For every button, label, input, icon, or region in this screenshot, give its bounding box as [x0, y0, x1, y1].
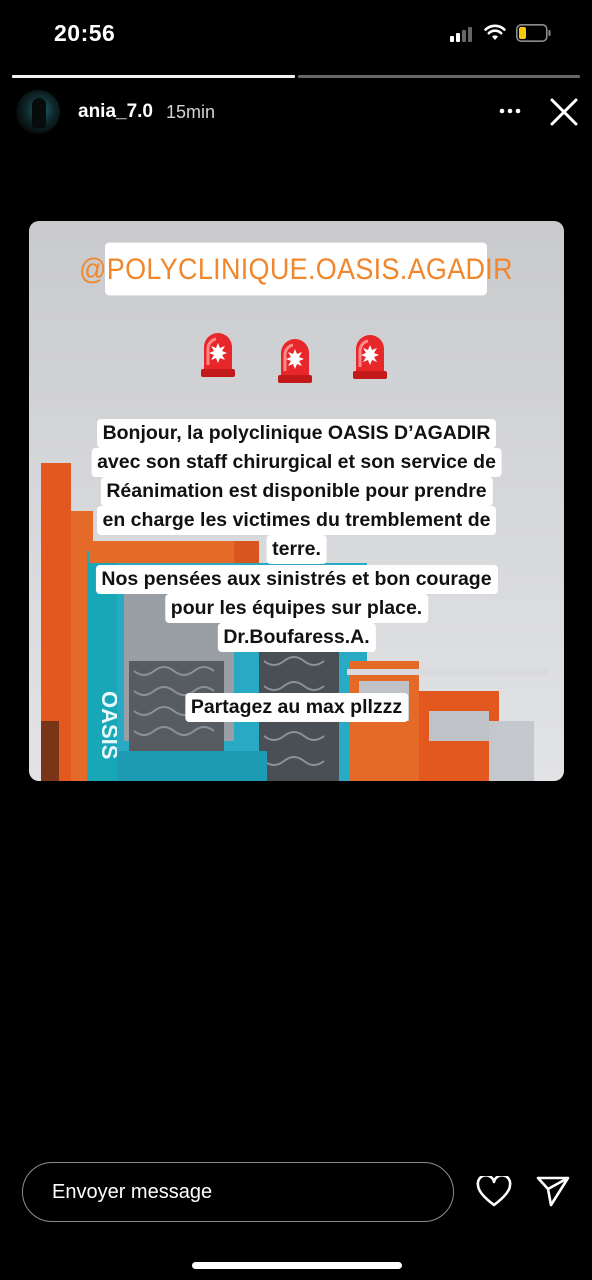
story-text-line: pour les équipes sur place. — [164, 594, 429, 623]
siren-icon — [353, 335, 387, 379]
battery-icon — [516, 24, 551, 42]
story-text-line: Réanimation est disponible pour prendre — [100, 477, 493, 506]
signal-icon — [450, 26, 476, 42]
avatar[interactable] — [16, 90, 60, 134]
status-time: 20:56 — [54, 20, 116, 46]
story-text-line: avec son staff chirurgical et son servic… — [91, 448, 502, 477]
story-text-line: Bonjour, la polyclinique OASIS D’AGADIR — [96, 419, 497, 448]
heart-icon[interactable] — [476, 1176, 512, 1208]
progress-segment — [12, 75, 295, 78]
story-card[interactable]: OASIS @POLYCLINIQUE.OASIS.AGADIR Bonjour… — [29, 221, 564, 781]
home-indicator — [192, 1262, 402, 1269]
story-progress-bar — [12, 75, 580, 78]
siren-icon — [278, 339, 312, 383]
story-text-line: Nos pensées aux sinistrés et bon courage — [95, 565, 498, 594]
story-text-line: terre. — [266, 535, 327, 564]
siren-icon — [201, 333, 235, 377]
story-text-line: Dr.Boufaress.A. — [217, 623, 376, 652]
status-bar: 20:56 — [0, 0, 592, 66]
reply-bar: Envoyer message — [0, 1160, 592, 1224]
mention-sticker[interactable]: @POLYCLINIQUE.OASIS.AGADIR — [79, 242, 513, 296]
more-dots-icon[interactable] — [494, 98, 526, 124]
wifi-icon — [484, 24, 506, 40]
progress-segment — [297, 75, 580, 78]
story-time-ago: 15min — [166, 102, 216, 122]
story-text-line: en charge les victimes du tremblement de — [96, 506, 497, 535]
send-icon[interactable] — [535, 1174, 571, 1208]
story-header: ania_7.0 15min — [0, 88, 592, 136]
share-request-text: Partagez au max pllzzz — [184, 693, 409, 722]
close-icon[interactable] — [546, 94, 582, 130]
username[interactable]: ania_7.0 — [78, 101, 153, 123]
message-input[interactable]: Envoyer message — [22, 1162, 454, 1222]
message-placeholder: Envoyer message — [52, 1181, 213, 1203]
